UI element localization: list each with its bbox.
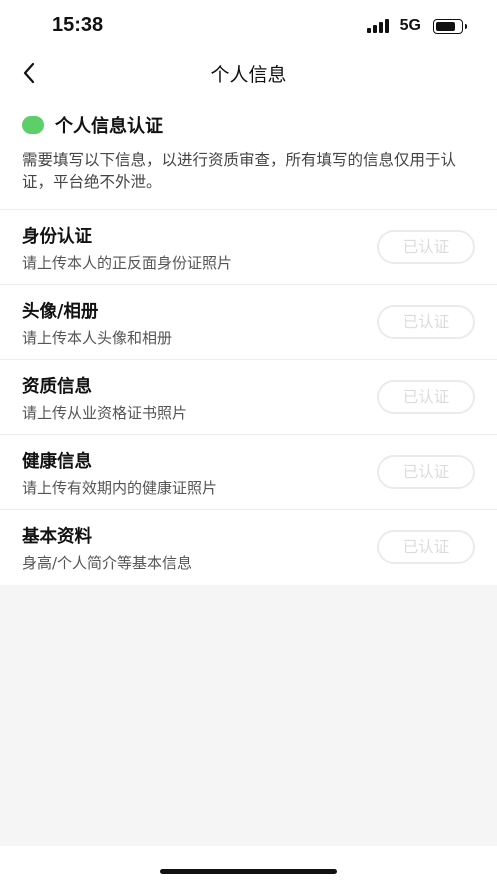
- item-description: 身高/个人简介等基本信息: [22, 554, 193, 572]
- item-title: 头像/相册: [22, 302, 99, 322]
- signal-icon: [366, 19, 391, 33]
- home-bar-area: [0, 846, 497, 883]
- item-description: 请上传本人的正反面身份证照片: [22, 254, 233, 272]
- item-description: 请上传有效期内的健康证照片: [22, 479, 218, 497]
- intro-title: 个人信息认证: [55, 116, 163, 137]
- list-item-avatar-album[interactable]: 头像/相册 请上传本人头像和相册 已认证: [0, 285, 497, 360]
- verified-button[interactable]: 已认证: [377, 455, 475, 489]
- list-item-qualification[interactable]: 资质信息 请上传从业资格证书照片 已认证: [0, 360, 497, 435]
- intro-header: 个人信息认证: [22, 112, 475, 138]
- verification-list: 身份认证 请上传本人的正反面身份证照片 已认证 头像/相册 请上传本人头像和相册…: [0, 210, 497, 585]
- item-title: 身份认证: [22, 227, 92, 247]
- list-item-identity[interactable]: 身份认证 请上传本人的正反面身份证照片 已认证: [0, 210, 497, 285]
- home-indicator[interactable]: [160, 869, 337, 874]
- intro-description: 需要填写以下信息，以进行资质审查，所有填写的信息仅用于认证，平台绝不外泄。: [22, 151, 457, 191]
- verified-button[interactable]: 已认证: [377, 530, 475, 564]
- status-bar: 15:38 5G: [0, 0, 497, 52]
- status-time: 15:38: [52, 14, 104, 36]
- nav-bar: 个人信息: [0, 52, 497, 94]
- verified-button[interactable]: 已认证: [377, 230, 475, 264]
- status-indicators: 5G: [366, 17, 467, 35]
- content-panel: 15:38 5G 个人信息 个人信息认证 需要填写以下信息，以进行资质审查，所有…: [0, 0, 497, 585]
- list-item-health[interactable]: 健康信息 请上传有效期内的健康证照片 已认证: [0, 435, 497, 510]
- verified-button[interactable]: 已认证: [377, 380, 475, 414]
- page-title: 个人信息: [210, 64, 287, 86]
- item-title: 健康信息: [22, 452, 92, 472]
- item-title: 基本资料: [22, 527, 92, 547]
- intro-section: 个人信息认证 需要填写以下信息，以进行资质审查，所有填写的信息仅用于认证，平台绝…: [0, 94, 497, 210]
- list-item-basic-info[interactable]: 基本资料 身高/个人简介等基本信息 已认证: [0, 510, 497, 585]
- battery-icon: [433, 18, 467, 34]
- screen: 15:38 5G 个人信息 个人信息认证 需要填写以下信息，以进行资质审查，所有…: [0, 0, 497, 883]
- status-dot-icon: [22, 116, 44, 134]
- verified-button[interactable]: 已认证: [377, 305, 475, 339]
- item-description: 请上传本人头像和相册: [22, 329, 173, 347]
- item-description: 请上传从业资格证书照片: [22, 404, 188, 422]
- network-label: 5G: [399, 17, 421, 34]
- item-title: 资质信息: [22, 377, 92, 397]
